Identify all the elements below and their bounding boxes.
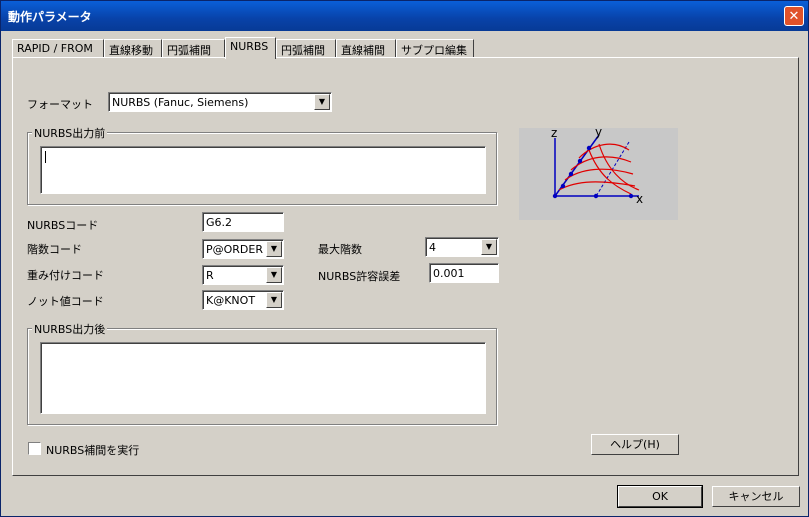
nurbs-after-textarea[interactable] bbox=[40, 342, 486, 414]
tab-arc-interpolation-1[interactable]: 円弧補間 bbox=[162, 39, 225, 57]
nurbs-execute-checkbox[interactable] bbox=[28, 442, 41, 455]
order-code-value: P@ORDER bbox=[206, 243, 263, 256]
nurbs-before-legend: NURBS出力前 bbox=[32, 125, 108, 141]
window-title: 動作パラメータ bbox=[8, 10, 92, 24]
max-order-value: 4 bbox=[429, 241, 436, 254]
nurbs-code-input[interactable]: G6.2 bbox=[202, 212, 284, 232]
tolerance-input[interactable]: 0.001 bbox=[429, 263, 499, 283]
format-select[interactable]: NURBS (Fanuc, Siemens) ▼ bbox=[108, 92, 332, 112]
max-order-label: 最大階数 bbox=[318, 243, 362, 256]
nurbs-surface-graphic: z y x bbox=[551, 125, 643, 206]
knot-code-select[interactable]: K@KNOT ▼ bbox=[202, 290, 284, 310]
nurbs-after-legend: NURBS出力後 bbox=[32, 321, 108, 337]
knot-code-label: ノット値コード bbox=[27, 295, 104, 308]
nurbs-preview-image: z y x bbox=[519, 125, 678, 220]
chevron-down-icon[interactable]: ▼ bbox=[314, 94, 330, 110]
tab-subprogram-edit[interactable]: サブプロ編集 bbox=[396, 39, 474, 57]
order-code-label: 階数コード bbox=[27, 243, 82, 256]
max-order-select[interactable]: 4 ▼ bbox=[425, 237, 499, 257]
tab-arc-interpolation-2[interactable]: 円弧補間 bbox=[276, 39, 336, 57]
nurbs-code-label: NURBSコード bbox=[27, 219, 99, 232]
nurbs-execute-label[interactable]: NURBS補間を実行 bbox=[46, 442, 139, 458]
text-caret bbox=[45, 151, 46, 163]
chevron-down-icon[interactable]: ▼ bbox=[266, 292, 282, 308]
tab-linear-interpolation[interactable]: 直線補間 bbox=[336, 39, 396, 57]
axis-x-label: x bbox=[636, 192, 643, 206]
tab-rapid-from[interactable]: RAPID / FROM bbox=[12, 39, 104, 57]
weight-code-select[interactable]: R ▼ bbox=[202, 265, 284, 285]
knot-code-value: K@KNOT bbox=[206, 294, 256, 307]
chevron-down-icon[interactable]: ▼ bbox=[266, 267, 282, 283]
close-button[interactable]: ✕ bbox=[784, 6, 804, 26]
weight-code-label: 重み付けコード bbox=[27, 269, 104, 282]
cancel-button[interactable]: キャンセル bbox=[712, 486, 800, 507]
help-button[interactable]: ヘルプ(H) bbox=[591, 434, 679, 455]
nurbs-before-textarea[interactable] bbox=[40, 146, 486, 194]
tab-nurbs[interactable]: NURBS bbox=[225, 37, 276, 59]
dialog-window: 動作パラメータ ✕ RAPID / FROM 直線移動 円弧補間 NURBS 円… bbox=[0, 0, 809, 517]
tolerance-label: NURBS許容誤差 bbox=[318, 270, 401, 283]
weight-code-value: R bbox=[206, 269, 214, 282]
axis-z-label: z bbox=[551, 128, 557, 140]
chevron-down-icon[interactable]: ▼ bbox=[481, 239, 497, 255]
chevron-down-icon[interactable]: ▼ bbox=[266, 241, 282, 257]
axis-y-label: y bbox=[595, 128, 602, 139]
ok-button[interactable]: OK bbox=[617, 485, 703, 508]
tab-linear-move[interactable]: 直線移動 bbox=[104, 39, 162, 57]
title-bar[interactable]: 動作パラメータ ✕ bbox=[1, 1, 808, 31]
format-label: フォーマット bbox=[27, 98, 93, 111]
format-select-value: NURBS (Fanuc, Siemens) bbox=[112, 96, 249, 109]
order-code-select[interactable]: P@ORDER ▼ bbox=[202, 239, 284, 259]
